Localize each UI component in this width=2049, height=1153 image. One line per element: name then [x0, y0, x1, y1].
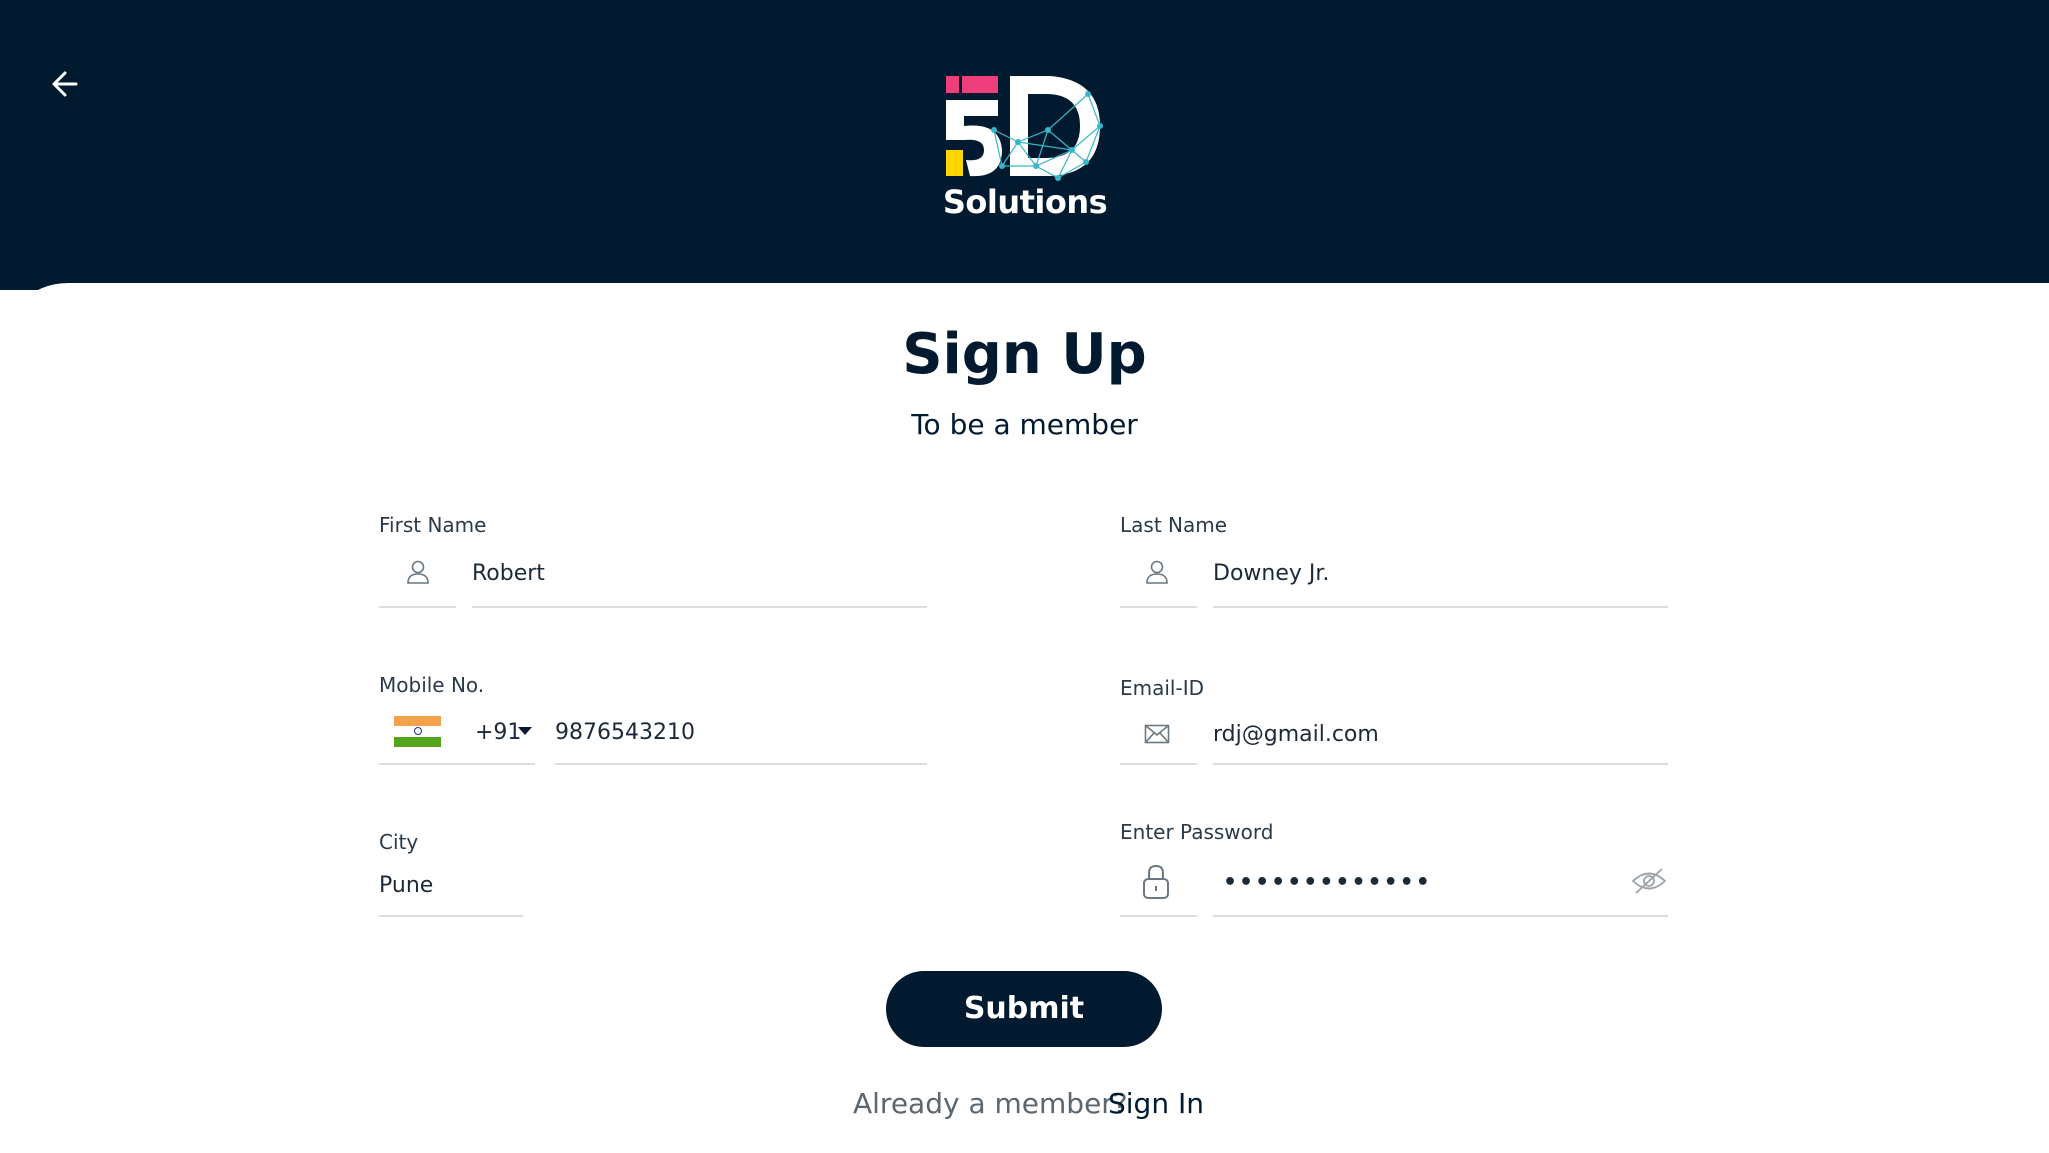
mobile-underline [555, 763, 927, 765]
country-code-underline [379, 763, 535, 765]
password-icon-underline [1120, 915, 1197, 917]
page-title: Sign Up [902, 322, 1147, 387]
country-code[interactable]: +91 [475, 720, 521, 745]
arrow-left-icon [52, 71, 78, 97]
mail-icon [1144, 724, 1170, 744]
sign-in-link[interactable]: Sign In [1108, 1087, 1204, 1120]
first-name-label: First Name [379, 513, 487, 537]
city-value: Pune [379, 873, 434, 898]
mobile-label: Mobile No. [379, 673, 485, 697]
chevron-down-icon[interactable] [518, 727, 532, 735]
first-name-input[interactable]: Robert [472, 556, 927, 596]
password-underline [1213, 915, 1668, 917]
email-value: rdj@gmail.com [1213, 722, 1379, 747]
password-value: ••••••••••••• [1223, 870, 1432, 895]
mobile-value: 9876543210 [555, 720, 695, 745]
password-label: Enter Password [1120, 820, 1274, 844]
mobile-input[interactable]: 9876543210 [555, 713, 927, 753]
eye-off-icon[interactable] [1630, 866, 1668, 896]
city-underline [379, 915, 523, 917]
page-subtitle: To be a member [911, 408, 1138, 441]
logo-text: Solutions [942, 183, 1108, 221]
email-underline [1213, 763, 1668, 765]
last-name-value: Downey Jr. [1213, 561, 1330, 586]
back-button[interactable] [44, 62, 88, 106]
user-icon [407, 560, 429, 584]
last-name-underline [1213, 606, 1668, 608]
india-flag-icon[interactable] [394, 716, 441, 747]
city-label: City [379, 830, 419, 854]
first-name-icon-underline [379, 606, 456, 608]
last-name-icon-underline [1120, 606, 1197, 608]
lock-icon [1143, 864, 1169, 899]
first-name-underline [472, 606, 927, 608]
email-label: Email-ID [1120, 676, 1205, 700]
first-name-value: Robert [472, 561, 545, 586]
user-icon [1146, 560, 1168, 584]
last-name-label: Last Name [1120, 513, 1228, 537]
city-input[interactable]: Pune [379, 870, 523, 910]
submit-button[interactable]: Submit [886, 971, 1162, 1047]
already-member-text: Already a member? [853, 1087, 1128, 1120]
last-name-input[interactable]: Downey Jr. [1213, 556, 1668, 596]
email-input[interactable]: rdj@gmail.com [1213, 715, 1668, 755]
email-icon-underline [1120, 763, 1197, 765]
